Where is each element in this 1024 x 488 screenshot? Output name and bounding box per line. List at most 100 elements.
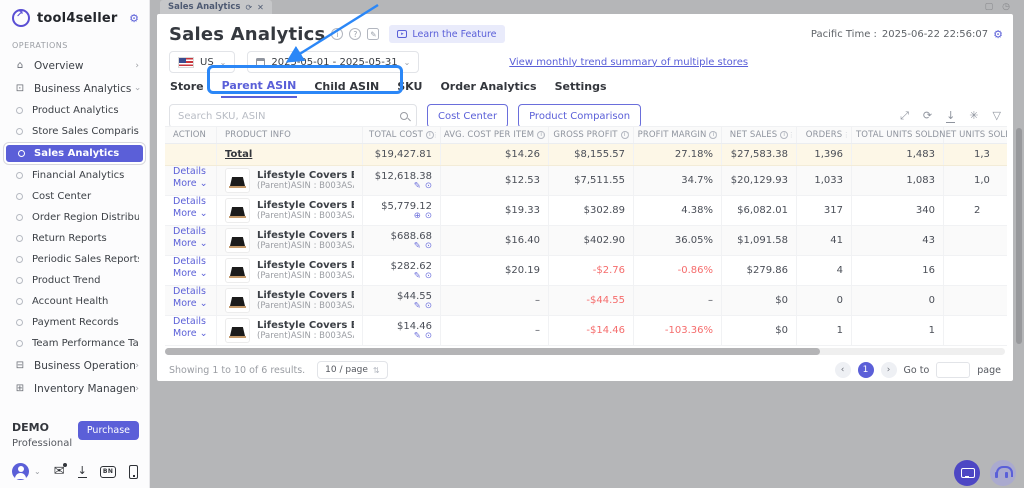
history-icon[interactable]: ◷	[1002, 2, 1010, 12]
eye-icon[interactable]: ⊙	[425, 332, 432, 341]
column-header-net_units[interactable]: NET UNITS SOLDi⋮	[939, 127, 1007, 143]
info-icon[interactable]: i	[331, 28, 344, 40]
more-link[interactable]: More ⌄	[173, 268, 208, 279]
more-link[interactable]: More ⌄	[173, 178, 208, 189]
sidebar-item-periodic-sales-reports[interactable]: Periodic Sales Reports	[0, 249, 149, 270]
download-icon[interactable]: ↓	[946, 110, 956, 123]
next-page-button[interactable]: ›	[880, 362, 897, 378]
prev-page-button[interactable]: ‹	[834, 362, 851, 378]
details-link[interactable]: Details	[173, 286, 206, 297]
cost-center-button[interactable]: Cost Center	[427, 104, 509, 128]
column-menu-icon[interactable]: ⋮	[432, 131, 439, 139]
page-number-button[interactable]: 1	[857, 362, 874, 378]
sidebar-item-overview[interactable]: ⌂ Overview ›	[0, 54, 149, 77]
edit-icon[interactable]: ✎	[414, 302, 421, 311]
details-link[interactable]: Details	[173, 256, 206, 267]
search-input[interactable]	[178, 110, 400, 122]
download-icon[interactable]: ↓	[77, 465, 87, 478]
sidebar-item-product-trend[interactable]: Product Trend	[0, 270, 149, 291]
sidebar-item-cost-center[interactable]: Cost Center	[0, 186, 149, 207]
vertical-scrollbar-thumb[interactable]	[1016, 128, 1022, 344]
edit-icon[interactable]: ✎	[414, 272, 421, 281]
store-select[interactable]: US ⌄	[169, 51, 236, 73]
column-menu-icon[interactable]: ⋮	[625, 131, 632, 139]
search-icon[interactable]	[400, 112, 408, 120]
tab-parent-asin[interactable]: Parent ASIN	[220, 75, 298, 98]
tab-store[interactable]: Store	[169, 76, 205, 97]
question-icon[interactable]: ?	[349, 28, 362, 40]
eye-icon[interactable]: ⊙	[425, 272, 432, 281]
app-tab-sales-analytics[interactable]: Sales Analytics ⟳ ✕	[160, 0, 272, 14]
edit-icon[interactable]: ✎	[414, 332, 421, 341]
filter-icon[interactable]: ▽	[993, 110, 1001, 123]
more-link[interactable]: More ⌄	[173, 238, 208, 249]
details-link[interactable]: Details	[173, 316, 206, 327]
guide-icon[interactable]: ✎	[367, 28, 380, 40]
sidebar-item-store-sales-comparison[interactable]: Store Sales Comparison	[0, 121, 149, 142]
column-header-total_cost[interactable]: TOTAL COST i ⋮	[363, 127, 441, 143]
mail-icon[interactable]: ✉	[54, 463, 67, 478]
column-header-action[interactable]: ACTION	[165, 127, 217, 143]
details-link[interactable]: Details	[173, 166, 206, 177]
tab-child-asin[interactable]: Child ASIN	[313, 76, 380, 97]
edit-icon[interactable]: ✎	[414, 182, 421, 191]
tab-settings[interactable]: Settings	[554, 76, 608, 97]
goto-page-input[interactable]	[936, 362, 971, 378]
product-comparison-button[interactable]: Product Comparison	[518, 104, 642, 128]
column-menu-icon[interactable]: ⋮	[788, 131, 795, 139]
expand-icon[interactable]: ⤢	[900, 110, 909, 123]
per-page-select[interactable]: 10 / page ⇅	[317, 361, 388, 379]
more-link[interactable]: More ⌄	[173, 298, 208, 309]
column-header-product[interactable]: PRODUCT INFO	[217, 127, 363, 143]
column-settings-icon[interactable]: ✳	[969, 110, 978, 123]
sidebar-item-order-region-distribution[interactable]: Order Region Distribution	[0, 207, 149, 228]
sidebar-item-account-health[interactable]: Account Health	[0, 291, 149, 312]
sidebar-item-product-analytics[interactable]: Product Analytics	[0, 100, 149, 121]
eye-icon[interactable]: ⊙	[425, 182, 432, 191]
column-header-gross_profit[interactable]: GROSS PROFIT i ⋮	[549, 127, 634, 143]
details-link[interactable]: Details	[173, 226, 206, 237]
sidebar-item-return-reports[interactable]: Return Reports	[0, 228, 149, 249]
column-menu-icon[interactable]: ⋮	[713, 131, 720, 139]
sidebar-item-business-operation[interactable]: ⊟ Business Operation ›	[0, 354, 149, 377]
more-link[interactable]: More ⌄	[173, 328, 208, 339]
sidebar-gear-icon[interactable]: ⚙	[129, 12, 139, 25]
column-menu-icon[interactable]: ⋮	[843, 131, 850, 139]
eye-icon[interactable]: ⊙	[425, 242, 432, 251]
learn-feature-button[interactable]: ▸ Learn the Feature	[389, 25, 505, 43]
close-tab-icon[interactable]: ✕	[257, 3, 264, 12]
column-header-orders[interactable]: ORDERS ⋮	[797, 127, 852, 143]
plus-icon[interactable]: ⊕	[414, 212, 421, 221]
time-settings-gear-icon[interactable]: ⚙	[993, 28, 1003, 41]
column-header-net_sales[interactable]: NET SALES i ⋮	[722, 127, 797, 143]
tab-sku[interactable]: SKU	[396, 76, 423, 97]
bn-badge-icon[interactable]: BN	[99, 465, 117, 478]
total-link[interactable]: Total	[225, 149, 252, 160]
date-range-picker[interactable]: 2025-05-01 - 2025-05-31 ⌄	[247, 51, 420, 73]
avatar[interactable]	[12, 463, 29, 480]
refresh-tab-icon[interactable]: ⟳	[245, 3, 252, 12]
horizontal-scrollbar-thumb[interactable]	[165, 348, 820, 355]
sidebar-item-financial-analytics[interactable]: Financial Analytics	[0, 165, 149, 186]
sidebar-item-payment-records[interactable]: Payment Records	[0, 312, 149, 333]
tab-order-analytics[interactable]: Order Analytics	[439, 76, 537, 97]
sidebar-item-sales-analytics[interactable]: Sales Analytics	[4, 143, 145, 164]
more-link[interactable]: More ⌄	[173, 208, 208, 219]
column-menu-icon[interactable]: ⋮	[540, 131, 547, 139]
support-headset-button[interactable]	[990, 460, 1016, 486]
purchase-button[interactable]: Purchase	[77, 421, 139, 440]
archive-icon[interactable]: ▢	[985, 2, 994, 12]
eye-icon[interactable]: ⊙	[425, 212, 432, 221]
sidebar-item-business-analytics[interactable]: ⊡ Business Analytics ›	[0, 77, 149, 100]
edit-icon[interactable]: ✎	[414, 242, 421, 251]
sidebar-item-team-performance-targets[interactable]: Team Performance Targets	[0, 333, 149, 354]
mobile-icon[interactable]	[129, 464, 139, 479]
column-header-profit_margin[interactable]: PROFIT MARGIN i ⋮	[634, 127, 722, 143]
details-link[interactable]: Details	[173, 196, 206, 207]
chatbot-button[interactable]	[954, 460, 980, 486]
monthly-trend-link[interactable]: View monthly trend summary of multiple s…	[509, 57, 748, 68]
eye-icon[interactable]: ⊙	[425, 302, 432, 311]
chevron-down-icon[interactable]: ⌄	[34, 467, 41, 476]
refresh-icon[interactable]: ⟳	[923, 110, 932, 123]
sidebar-item-inventory-management[interactable]: ⊞ Inventory Management›	[0, 377, 149, 400]
